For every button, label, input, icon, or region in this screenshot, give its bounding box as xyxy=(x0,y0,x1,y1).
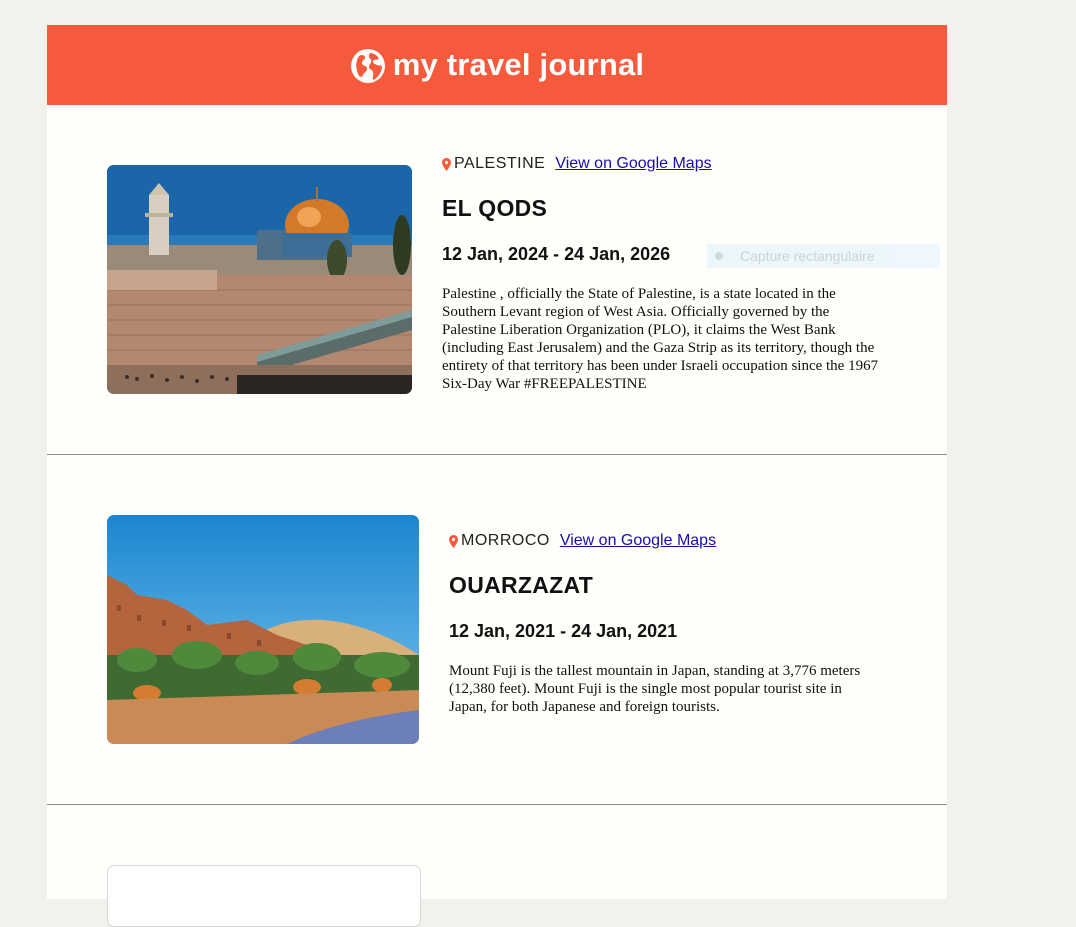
country-label: PALESTINE xyxy=(454,155,546,172)
journal-entry xyxy=(47,805,947,927)
trip-dates: 12 Jan, 2021 - 24 Jan, 2021 xyxy=(449,621,678,641)
country-label: MORROCO xyxy=(461,532,550,549)
google-maps-link[interactable]: View on Google Maps xyxy=(555,155,711,173)
google-maps-link[interactable]: View on Google Maps xyxy=(560,532,716,550)
entry-photo xyxy=(107,515,419,744)
screen-capture-tooltip: Capture rectangulaire xyxy=(707,244,940,268)
capture-label: Capture rectangulaire xyxy=(740,248,875,264)
place-title: OUARZAZAT xyxy=(449,572,594,598)
place-title: EL QODS xyxy=(442,195,548,221)
location-pin-icon xyxy=(442,157,451,171)
journal-entry: PALESTINE View on Google Maps EL QODS 12… xyxy=(47,105,947,454)
entry-description: Mount Fuji is the tallest mountain in Ja… xyxy=(449,663,861,715)
location-pin-icon xyxy=(449,534,458,548)
capture-dot-icon xyxy=(715,252,723,260)
entry-info: PALESTINE View on Google Maps EL QODS 12… xyxy=(442,153,892,393)
journal-page: my travel journal PALESTINE View on Goog… xyxy=(47,25,947,927)
entry-info: MORROCO View on Google Maps OUARZAZAT 12… xyxy=(449,530,899,716)
entry-description: Palestine , officially the State of Pale… xyxy=(442,286,879,392)
entry-photo xyxy=(107,165,412,394)
globe-icon xyxy=(350,49,385,83)
location-row: PALESTINE View on Google Maps xyxy=(442,153,892,175)
entry-photo xyxy=(107,865,421,927)
location-row: MORROCO View on Google Maps xyxy=(449,530,899,552)
journal-entry: MORROCO View on Google Maps OUARZAZAT 12… xyxy=(47,455,947,804)
header: my travel journal xyxy=(47,25,947,105)
app-title: my travel journal xyxy=(392,47,645,82)
